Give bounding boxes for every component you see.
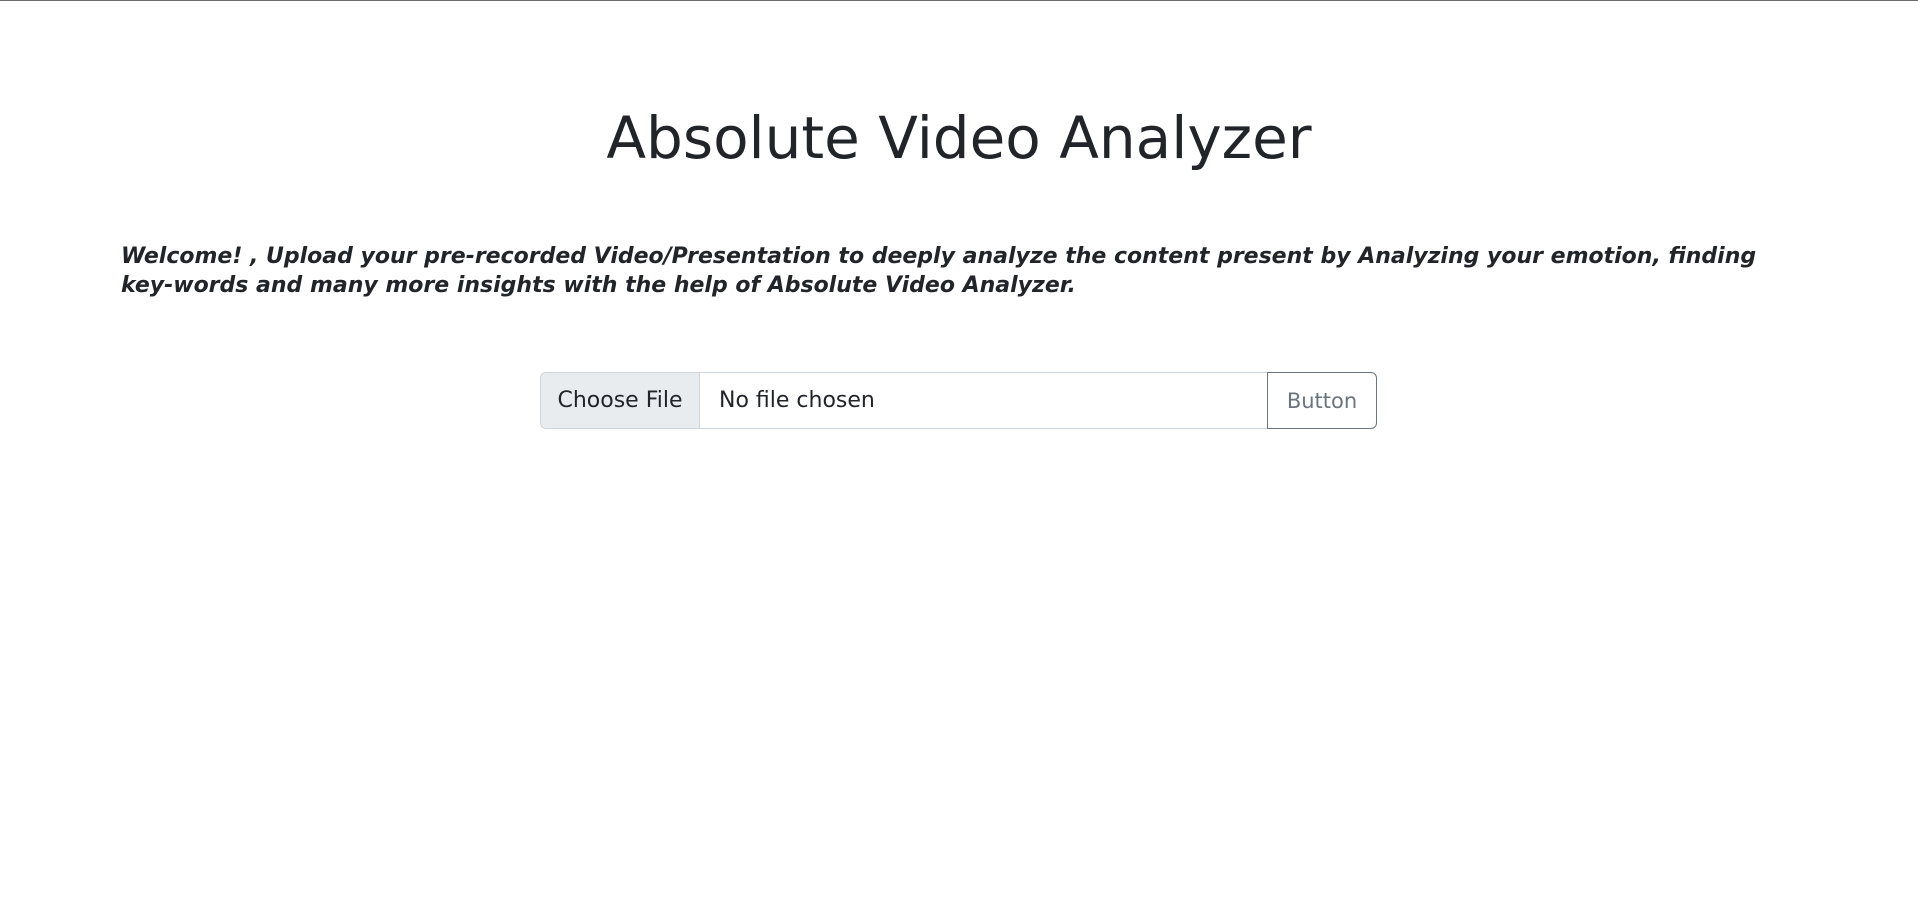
file-input[interactable]: Choose File No file chosen	[540, 372, 1267, 429]
choose-file-button[interactable]: Choose File	[541, 373, 700, 428]
submit-button[interactable]: Button	[1267, 372, 1377, 429]
welcome-text: Welcome! , Upload your pre-recorded Vide…	[121, 244, 1757, 298]
page: Absolute Video Analyzer Welcome! , Uploa…	[0, 0, 1918, 898]
upload-group: Choose File No file chosen Button	[540, 372, 1377, 429]
page-title: Absolute Video Analyzer	[606, 104, 1312, 172]
file-status-text: No file chosen	[719, 388, 875, 413]
